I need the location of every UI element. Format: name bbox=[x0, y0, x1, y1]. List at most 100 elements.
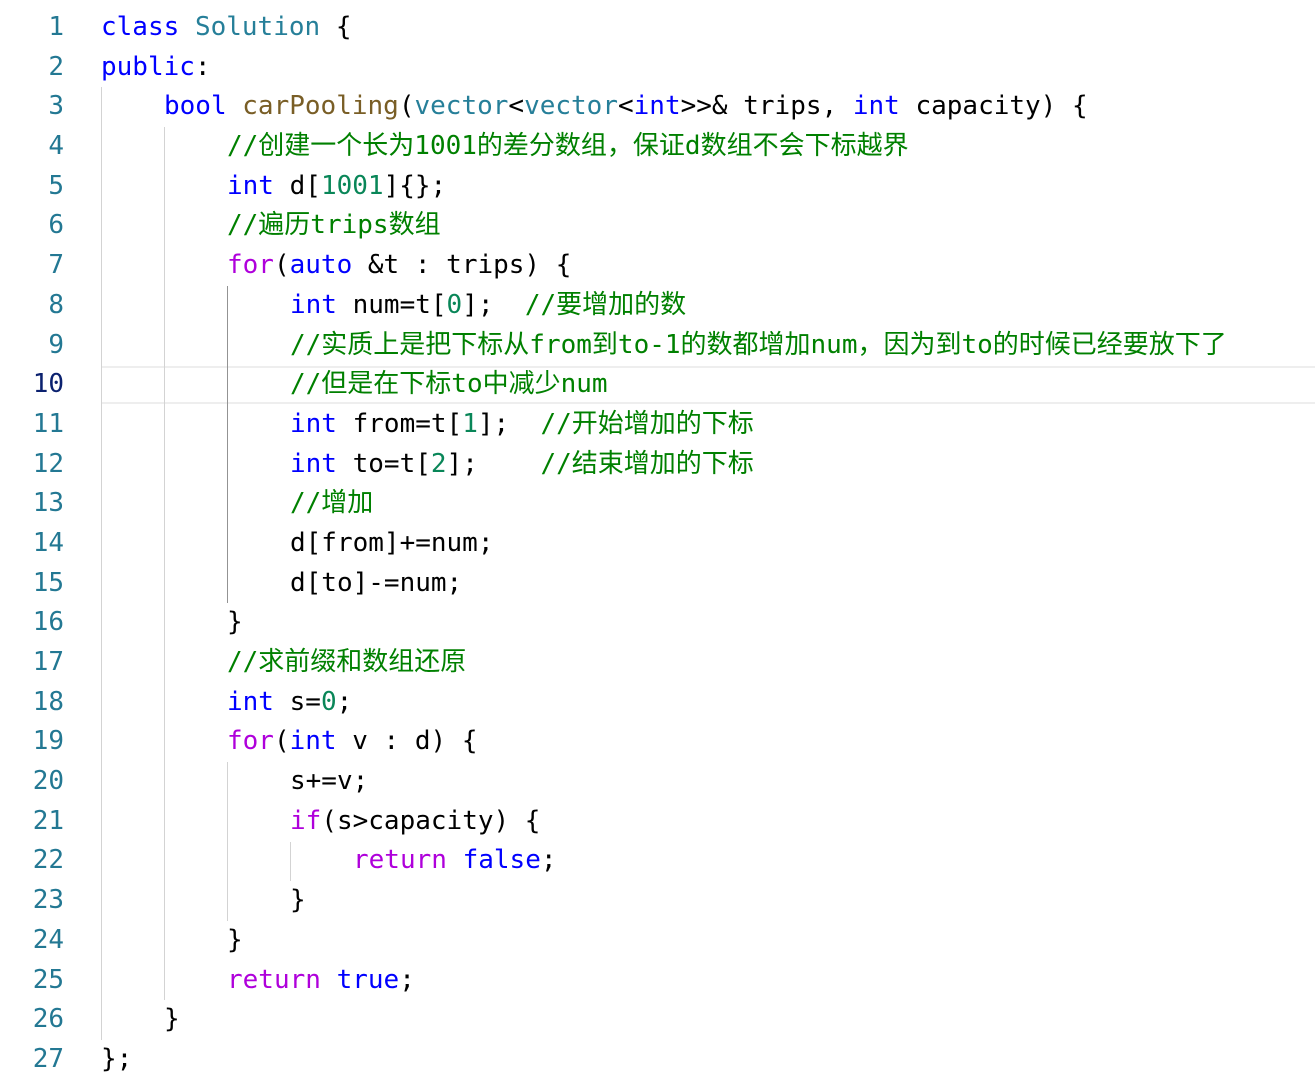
code-token: 0 bbox=[446, 289, 463, 320]
code-line[interactable]: 25 return true; bbox=[0, 961, 1315, 1001]
line-number: 24 bbox=[32, 924, 64, 955]
code-comment: //但是在下标to中减少num bbox=[290, 369, 608, 400]
code-line[interactable]: 18 int s=0; bbox=[0, 683, 1315, 723]
code-line[interactable]: 20 s+=v; bbox=[0, 762, 1315, 802]
indent-guide bbox=[101, 87, 102, 1041]
line-number: 1 bbox=[48, 12, 64, 42]
code-token: ; bbox=[399, 964, 415, 995]
line-number: 25 bbox=[32, 964, 64, 995]
code-line[interactable]: 13 //增加 bbox=[0, 484, 1315, 524]
code-token: int bbox=[289, 726, 337, 757]
code-editor[interactable]: 1 class Solution {2 public: 3 bool carPoolin… bbox=[0, 8, 1315, 1080]
code-line[interactable]: 10 //但是在下标to中减少num bbox=[0, 365, 1315, 405]
code-token: trips bbox=[743, 91, 822, 122]
code-line[interactable]: 26} bbox=[0, 1000, 1315, 1040]
code-text: } bbox=[227, 603, 243, 643]
code-token: } bbox=[164, 1004, 180, 1035]
code-line[interactable]: 12 int to=t[2]; //结束增加的下标 bbox=[0, 445, 1315, 485]
code-line[interactable]: 2 public: bbox=[0, 48, 1315, 88]
code-token: false bbox=[462, 845, 541, 876]
code-token: 1001 bbox=[320, 170, 384, 201]
code-token: < bbox=[617, 91, 634, 122]
code-comment: //结束增加的下标 bbox=[540, 448, 754, 479]
code-line[interactable]: 22 return false; bbox=[0, 841, 1315, 881]
code-token: carPooling bbox=[242, 91, 399, 122]
code-token: int bbox=[852, 91, 900, 122]
code-token: ( bbox=[273, 250, 290, 281]
code-line[interactable]: 6 //遍历trips数组 bbox=[0, 206, 1315, 246]
code-text: d[to]-=num; bbox=[290, 564, 462, 604]
line-number: 4 bbox=[48, 131, 64, 162]
code-token: : bbox=[194, 51, 211, 82]
code-text: class Solution { bbox=[101, 8, 351, 48]
code-token: s= bbox=[273, 686, 321, 717]
code-line[interactable]: 3 bool carPooling(vector<vector<int>>& tr… bbox=[0, 87, 1315, 127]
code-token: return bbox=[227, 964, 321, 995]
indent-guide bbox=[164, 127, 165, 1001]
line-number: 27 bbox=[32, 1043, 64, 1074]
code-line[interactable]: 1 class Solution { bbox=[0, 8, 1315, 48]
code-token: int bbox=[290, 408, 337, 439]
code-text: int s=0; bbox=[227, 683, 352, 723]
code-token: int bbox=[227, 170, 274, 201]
code-text: int to=t[2]; //结束增加的下标 bbox=[290, 445, 754, 485]
code-comment: //创建一个长为1001的差分数组，保证d数组不会下标越界 bbox=[227, 131, 909, 162]
code-token: ( bbox=[273, 726, 290, 757]
code-line[interactable]: 8 int num=t[0]; //要增加的数 bbox=[0, 286, 1315, 326]
code-comment: //求前缀和数组还原 bbox=[227, 647, 467, 677]
code-comment: //实质上是把下标从from到to-1的数都增加num，因为到to的时候已经要放… bbox=[290, 329, 1227, 360]
code-line[interactable]: 9 //实质上是把下标从from到to-1的数都增加num，因为到to的时候已经要… bbox=[0, 326, 1315, 366]
code-text: bool carPooling(vector<vector<int>>& tri… bbox=[164, 87, 1088, 127]
line-number: 21 bbox=[32, 805, 64, 836]
code-line[interactable]: 19 for(int v : d) { bbox=[0, 722, 1315, 762]
code-token: ; bbox=[336, 686, 353, 717]
code-text: int num=t[0]; //要增加的数 bbox=[290, 286, 686, 326]
code-line[interactable]: 21 if(s>capacity) { bbox=[0, 802, 1315, 842]
code-text: }; bbox=[101, 1040, 132, 1080]
line-number: 11 bbox=[32, 408, 64, 439]
code-token: , bbox=[821, 91, 853, 122]
code-text: return false; bbox=[353, 841, 557, 881]
line-number: 13 bbox=[32, 488, 64, 519]
code-token: ]{}; bbox=[383, 170, 447, 201]
code-token: ]; bbox=[477, 408, 541, 439]
line-number: 19 bbox=[32, 726, 64, 757]
line-number: 3 bbox=[48, 91, 64, 122]
code-token: &t : trips) { bbox=[352, 250, 572, 281]
code-token: 0 bbox=[320, 686, 337, 717]
code-line[interactable]: 11 int from=t[1]; //开始增加的下标 bbox=[0, 405, 1315, 445]
code-line[interactable]: 4 //创建一个长为1001的差分数组，保证d数组不会下标越界 bbox=[0, 127, 1315, 167]
line-number: 20 bbox=[32, 766, 64, 797]
code-token: int bbox=[633, 91, 681, 122]
code-token: ]; bbox=[462, 289, 525, 320]
code-text: return true; bbox=[227, 961, 415, 1001]
code-token: ( bbox=[398, 91, 415, 122]
code-token: for bbox=[227, 726, 274, 757]
code-token: 1 bbox=[462, 408, 478, 439]
line-number: 5 bbox=[48, 170, 64, 201]
code-token: if bbox=[290, 805, 322, 836]
code-line[interactable]: 14 d[from]+=num; bbox=[0, 524, 1315, 564]
code-line[interactable]: 7 for(auto &t : trips) { bbox=[0, 246, 1315, 286]
code-text: //创建一个长为1001的差分数组，保证d数组不会下标越界 bbox=[227, 127, 909, 167]
line-number: 8 bbox=[48, 289, 64, 320]
code-line[interactable]: 15 d[to]-=num; bbox=[0, 564, 1315, 604]
line-number: 22 bbox=[32, 845, 64, 876]
code-token: to=t[ bbox=[336, 448, 431, 479]
code-line[interactable]: 5 int d[1001]{}; bbox=[0, 167, 1315, 207]
code-line[interactable]: 27}; bbox=[0, 1040, 1315, 1080]
indent-guide bbox=[227, 762, 228, 922]
code-text: //实质上是把下标从from到to-1的数都增加num，因为到to的时候已经要放… bbox=[290, 326, 1227, 366]
code-token: int bbox=[227, 686, 274, 717]
code-text: for(int v : d) { bbox=[227, 722, 477, 762]
code-token: } bbox=[290, 885, 306, 916]
code-token: from=t[ bbox=[336, 408, 463, 439]
code-token: }; bbox=[101, 1043, 133, 1074]
code-line[interactable]: 24} bbox=[0, 921, 1315, 961]
code-text: } bbox=[164, 1000, 180, 1040]
code-line[interactable]: 17 //求前缀和数组还原 bbox=[0, 643, 1315, 683]
code-line[interactable]: 23} bbox=[0, 881, 1315, 921]
code-line[interactable]: 16} bbox=[0, 603, 1315, 643]
code-comment: //遍历trips数组 bbox=[227, 210, 441, 241]
